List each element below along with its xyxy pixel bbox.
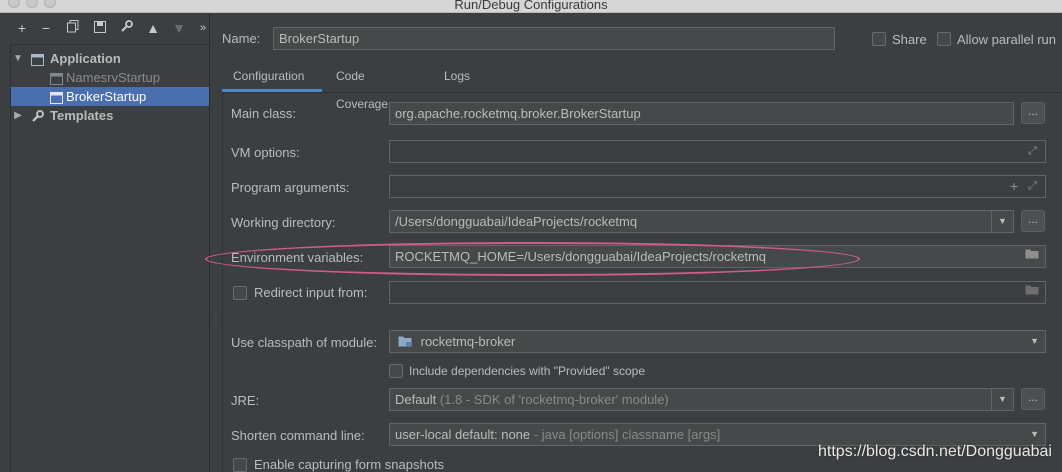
folder-icon[interactable] bbox=[1025, 282, 1039, 303]
dropdown-arrow-icon[interactable]: ▼ bbox=[991, 389, 1013, 410]
name-label: Name: bbox=[222, 31, 261, 46]
jre-detail: (1.8 - SDK of 'rocketmq-broker' module) bbox=[439, 392, 669, 407]
wrench-icon bbox=[31, 109, 44, 122]
collapse-arrow-icon[interactable]: ▼ bbox=[13, 49, 23, 68]
jre-label: JRE: bbox=[231, 393, 260, 408]
classpath-module-combo[interactable]: rocketmq-broker ▼ bbox=[389, 330, 1046, 353]
dropdown-arrow-icon[interactable]: ▼ bbox=[1030, 424, 1039, 445]
highlight-ellipse bbox=[205, 242, 860, 276]
watermark: https://blog.csdn.net/Dongguabai bbox=[818, 443, 1052, 460]
allow-parallel-checkbox[interactable] bbox=[937, 32, 951, 46]
vm-options-field[interactable] bbox=[389, 140, 1046, 163]
shorten-command-line-label: Shorten command line: bbox=[231, 428, 365, 443]
enable-snapshots-checkbox[interactable] bbox=[233, 458, 247, 472]
folder-icon[interactable] bbox=[1025, 246, 1039, 267]
tree-item-label: BrokerStartup bbox=[66, 89, 147, 104]
program-arguments-label: Program arguments: bbox=[231, 180, 350, 195]
shorten-command-line-detail: - java [options] classname [args] bbox=[533, 427, 721, 442]
save-icon[interactable] bbox=[92, 20, 108, 36]
tab-logs[interactable]: Logs bbox=[444, 62, 470, 92]
working-directory-value: /Users/dongguabai/IdeaProjects/rocketmq bbox=[395, 214, 638, 229]
remove-icon[interactable]: − bbox=[38, 20, 54, 36]
redirect-input-checkbox[interactable] bbox=[233, 286, 247, 300]
module-folder-icon bbox=[398, 332, 412, 352]
vm-options-label: VM options: bbox=[231, 145, 300, 160]
include-dependencies-checkbox[interactable] bbox=[389, 364, 403, 378]
tab-configuration[interactable]: Configuration bbox=[222, 62, 322, 92]
move-down-icon[interactable]: ▼ bbox=[171, 20, 187, 36]
jre-combo[interactable]: Default (1.8 - SDK of 'rocketmq-broker' … bbox=[389, 388, 1014, 411]
title-bar: Run/Debug Configurations bbox=[0, 0, 1062, 13]
expand-arrow-icon[interactable]: ▶ bbox=[13, 106, 23, 125]
redirect-input-field[interactable] bbox=[389, 281, 1046, 304]
shorten-command-line-value: user-local default: none bbox=[395, 427, 531, 442]
tree-item-label: NamesrvStartup bbox=[66, 70, 160, 85]
config-file-icon bbox=[50, 71, 63, 85]
tree-group-templates[interactable]: ▶ Templates bbox=[11, 106, 210, 125]
program-arguments-field[interactable] bbox=[389, 175, 1046, 198]
move-up-icon[interactable]: ▲ bbox=[145, 20, 161, 36]
tab-code-coverage[interactable]: Code Coverage bbox=[336, 62, 388, 111]
classpath-module-value: rocketmq-broker bbox=[420, 334, 516, 349]
jre-default-value: Default bbox=[395, 392, 437, 407]
enable-snapshots-label: Enable capturing form snapshots bbox=[254, 457, 445, 472]
dropdown-arrow-icon[interactable]: ▼ bbox=[1030, 331, 1039, 352]
wrench-icon[interactable] bbox=[118, 20, 134, 36]
window-title: Run/Debug Configurations bbox=[454, 0, 608, 12]
dropdown-arrow-icon[interactable]: ▼ bbox=[991, 211, 1013, 232]
share-checkbox[interactable] bbox=[872, 32, 886, 46]
tree-group-label: Application bbox=[50, 51, 121, 66]
main-class-label: Main class: bbox=[231, 106, 297, 121]
main-class-field[interactable]: org.apache.rocketmq.broker.BrokerStartup bbox=[389, 102, 1014, 125]
main-class-browse-button[interactable]: ... bbox=[1021, 102, 1045, 124]
share-label: Share bbox=[892, 32, 927, 47]
configuration-tree-pane: + − ▲ ▼ » ▼ Application NamesrvStartup B… bbox=[0, 14, 210, 472]
tree-item-brokerstartup[interactable]: BrokerStartup bbox=[11, 87, 210, 106]
tree-toolbar: + − ▲ ▼ » bbox=[0, 14, 210, 42]
add-macro-icon[interactable]: + bbox=[1010, 176, 1018, 197]
tree-item-namesrvstartup[interactable]: NamesrvStartup bbox=[11, 68, 210, 87]
configuration-tree: ▼ Application NamesrvStartup BrokerStart… bbox=[10, 44, 210, 472]
tree-group-application[interactable]: ▼ Application bbox=[11, 49, 210, 68]
classpath-module-label: Use classpath of module: bbox=[231, 335, 377, 350]
config-file-icon bbox=[50, 90, 63, 104]
jre-browse-button[interactable]: ... bbox=[1021, 388, 1045, 410]
name-field[interactable]: BrokerStartup bbox=[273, 27, 835, 50]
copy-icon[interactable] bbox=[65, 20, 81, 36]
include-dependencies-label: Include dependencies with "Provided" sco… bbox=[409, 364, 646, 378]
working-directory-label: Working directory: bbox=[231, 215, 336, 230]
tree-group-label: Templates bbox=[50, 108, 114, 123]
application-icon bbox=[31, 52, 44, 66]
expand-icon[interactable]: ⤢ bbox=[1028, 176, 1037, 197]
add-icon[interactable]: + bbox=[14, 20, 30, 36]
working-directory-combo[interactable]: /Users/dongguabai/IdeaProjects/rocketmq … bbox=[389, 210, 1014, 233]
working-directory-browse-button[interactable]: ... bbox=[1021, 210, 1045, 232]
redirect-input-label: Redirect input from: bbox=[254, 285, 368, 300]
allow-parallel-label: Allow parallel run bbox=[957, 32, 1056, 47]
expand-icon[interactable]: ⤢ bbox=[1028, 141, 1037, 162]
